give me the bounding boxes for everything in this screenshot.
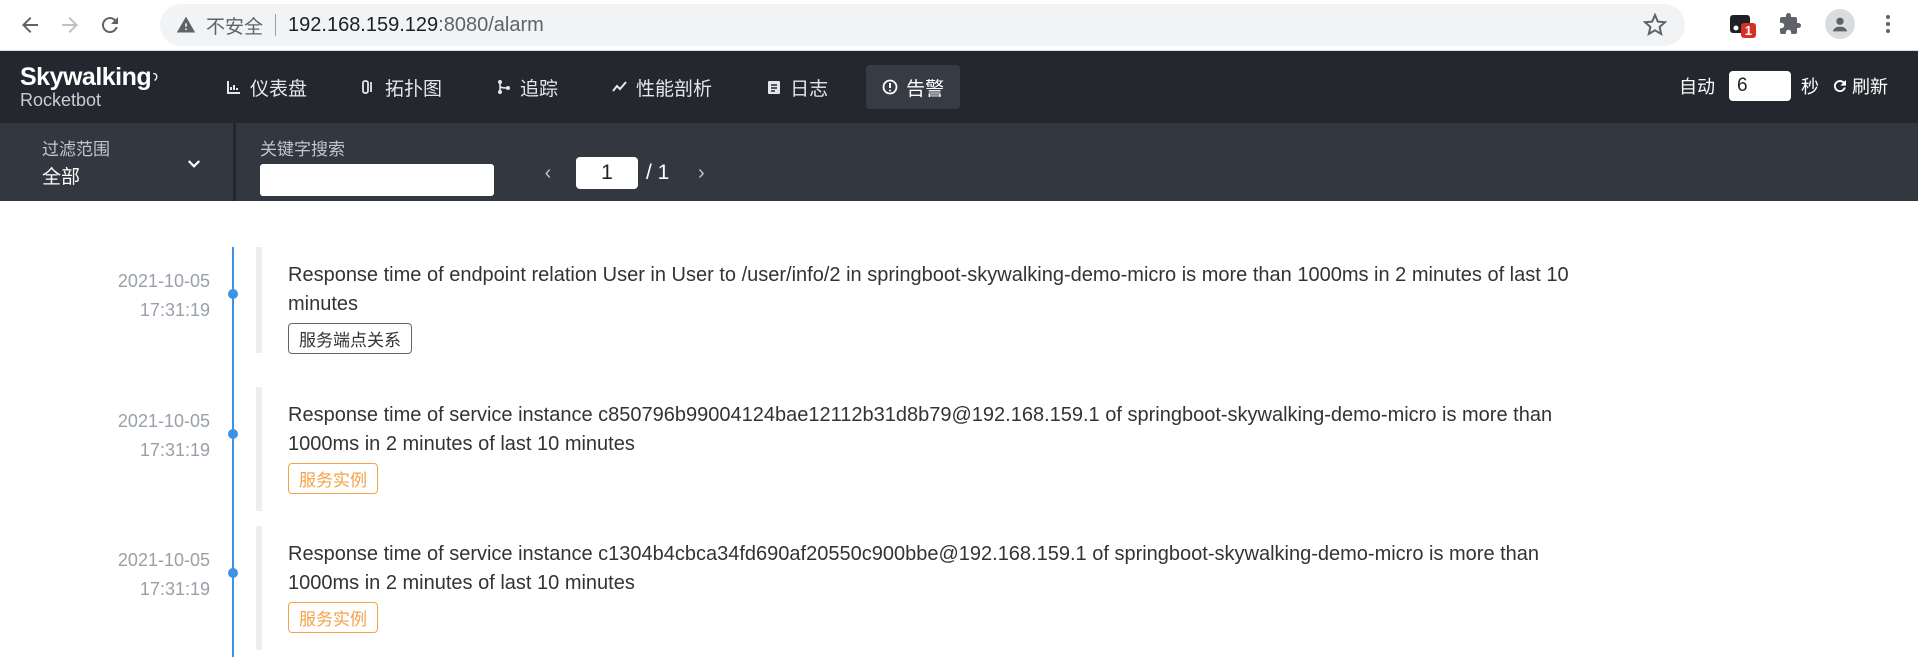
insecure-label: 不安全 (206, 15, 264, 38)
browser-toolbar: 不安全 192.168.159.129 :8080/alarm 1 (0, 0, 1918, 51)
person-icon (1832, 17, 1848, 32)
nav-trace[interactable]: 追踪 (480, 65, 574, 109)
address-bar[interactable]: 不安全 192.168.159.129 :8080/alarm (160, 4, 1685, 46)
alarm-timestamp: 2021-10-05 17:31:19 (60, 267, 210, 325)
timeline-line (232, 247, 234, 657)
more-vertical-icon (1886, 15, 1890, 33)
arrow-left-icon (22, 17, 38, 33)
scope-label: 过滤范围 (42, 140, 110, 160)
avatar (1825, 9, 1855, 39)
next-page-icon[interactable]: › (691, 162, 711, 185)
reload-icon (101, 17, 118, 34)
url-path: :8080/alarm (438, 13, 544, 36)
keyword-input[interactable] (260, 164, 494, 196)
puzzle-icon (1780, 13, 1801, 34)
skywalking-logo[interactable]: Skywalking Rocketbot (20, 63, 160, 115)
refresh-icon (1833, 80, 1846, 93)
alarm-timeline: 2021-10-05 17:31:19 Response time of end… (0, 201, 1918, 657)
url-host: 192.168.159.129 (288, 13, 439, 36)
alarm-scope-tag: 服务端点关系 (288, 323, 412, 354)
prev-page-icon[interactable]: ‹ (538, 162, 558, 185)
nav-profile-label: 性能剖析 (636, 77, 713, 100)
alarm-time: 17:31:19 (139, 440, 210, 460)
alarm-date: 2021-10-05 (117, 411, 210, 431)
profile-icon (612, 81, 627, 92)
alarm-icon (882, 79, 898, 95)
trace-icon (498, 80, 511, 94)
chart-icon (227, 81, 240, 94)
refresh-label: 刷新 (1852, 77, 1888, 98)
bookmark-star-icon[interactable] (1643, 13, 1667, 37)
nav-dashboard-label: 仪表盘 (250, 77, 308, 100)
page-total: / 1 (646, 161, 670, 184)
log-icon (768, 81, 781, 94)
filter-bar: 过滤范围 全部 关键字搜索 ‹ / 1 › (0, 123, 1918, 201)
page-input[interactable] (576, 157, 638, 189)
timeline-dot (228, 568, 238, 578)
alarm-message: Response time of service instance c1304b… (288, 543, 1540, 594)
topology-icon (362, 80, 372, 94)
nav-log[interactable]: 日志 (750, 65, 844, 109)
alarm-card: Response time of endpoint relation User … (256, 247, 1618, 354)
extensions-menu-button[interactable] (1772, 6, 1808, 42)
timeline-dot (228, 429, 238, 439)
nav-topology-label: 拓扑图 (385, 77, 443, 100)
alarm-card: Response time of service instance c1304b… (256, 526, 1618, 650)
alarm-time: 17:31:19 (139, 579, 210, 599)
auto-refresh-toggle[interactable]: 自动 (1679, 73, 1715, 99)
alarm-scope-tag: 服务实例 (288, 463, 378, 494)
forward-button[interactable] (50, 5, 90, 45)
refresh-interval-input[interactable] (1729, 71, 1791, 101)
back-button[interactable] (10, 5, 50, 45)
chevron-down-icon (187, 160, 201, 168)
logo-brand: Skywalking (20, 63, 152, 91)
browser-menu-button[interactable] (1870, 6, 1906, 42)
profile-button[interactable] (1822, 6, 1858, 42)
alarm-timestamp: 2021-10-05 17:31:19 (60, 407, 210, 465)
logo-swoosh-icon (153, 72, 158, 82)
nav-alarm-label: 告警 (906, 77, 945, 100)
timeline-dot (228, 289, 238, 299)
alarm-message: Response time of service instance c85079… (288, 404, 1553, 455)
alarm-timestamp: 2021-10-05 17:31:19 (60, 546, 210, 604)
scope-value: 全部 (42, 166, 81, 188)
app-header: Skywalking Rocketbot 仪表盘 拓扑图 追踪 性能剖析 日志 … (0, 51, 1918, 123)
alarm-message: Response time of endpoint relation User … (288, 264, 1569, 315)
warning-icon (176, 16, 196, 33)
keyword-label: 关键字搜索 (260, 140, 345, 160)
extension-badge: 1 (1740, 23, 1756, 38)
reload-button[interactable] (90, 5, 130, 45)
main-nav: 仪表盘 拓扑图 追踪 性能剖析 日志 告警 (210, 65, 982, 109)
nav-profile[interactable]: 性能剖析 (596, 65, 728, 109)
refresh-button[interactable]: 刷新 (1831, 73, 1888, 99)
logo-sub: Rocketbot (20, 90, 102, 110)
alarm-date: 2021-10-05 (117, 550, 210, 570)
nav-alarm[interactable]: 告警 (866, 65, 961, 109)
alarm-card: Response time of service instance c85079… (256, 387, 1618, 511)
scope-select[interactable]: 过滤范围 全部 (0, 123, 236, 201)
arrow-right-icon (62, 17, 78, 33)
pagination: ‹ / 1 › (538, 157, 711, 189)
nav-topology[interactable]: 拓扑图 (345, 65, 458, 109)
separator (275, 14, 277, 36)
nav-log-label: 日志 (790, 77, 829, 100)
alarm-date: 2021-10-05 (117, 271, 210, 291)
seconds-label: 秒 (1801, 77, 1819, 98)
alarm-scope-tag: 服务实例 (288, 602, 378, 633)
keyword-search: 关键字搜索 (260, 135, 494, 196)
auto-refresh-controls: 自动 秒 刷新 (1679, 71, 1888, 101)
extension-button[interactable]: 1 (1722, 6, 1758, 42)
nav-trace-label: 追踪 (520, 77, 559, 100)
nav-dashboard[interactable]: 仪表盘 (210, 65, 323, 109)
alarm-time: 17:31:19 (139, 300, 210, 320)
